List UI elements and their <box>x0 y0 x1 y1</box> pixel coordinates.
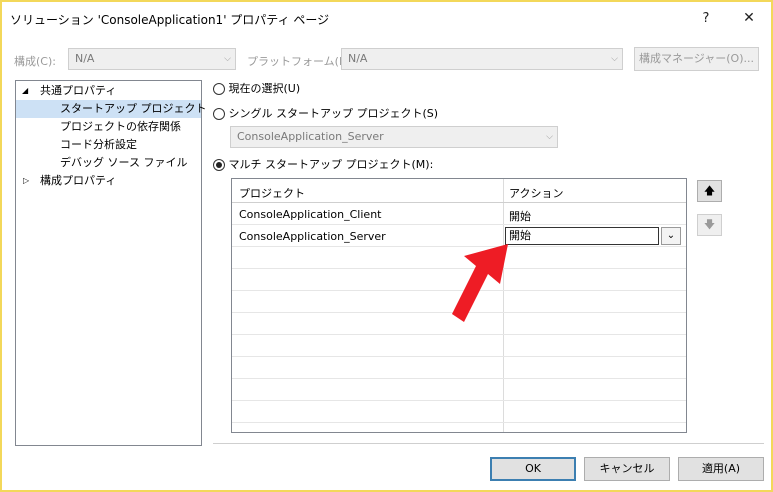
tree-item-label: コード分析設定 <box>60 138 137 151</box>
close-button[interactable]: ✕ <box>727 2 771 35</box>
action-select-value: 開始 <box>509 229 531 242</box>
project-name: ConsoleApplication_Client <box>239 208 382 221</box>
move-down-button[interactable]: 🡇 <box>697 214 722 236</box>
header-project: プロジェクト <box>239 187 305 200</box>
action-value[interactable]: 開始 <box>509 208 531 224</box>
action-dropdown-button[interactable]: ⌄ <box>661 227 681 245</box>
empty-row <box>232 379 686 401</box>
radio-multi-startup[interactable]: マルチ スタートアップ プロジェクト(M): <box>213 157 433 173</box>
project-name: ConsoleApplication_Server <box>239 230 386 243</box>
window-title: ソリューション 'ConsoleApplication1' プロパティ ページ <box>10 13 330 27</box>
chevron-down-icon: ⌵ <box>546 132 553 142</box>
table-row[interactable]: ConsoleApplication_Client 開始 <box>232 203 686 225</box>
arrow-down-icon: 🡇 <box>703 218 716 231</box>
arrow-up-icon: 🡅 <box>703 184 716 197</box>
radio-single-startup[interactable]: シングル スタートアップ プロジェクト(S) <box>213 106 438 122</box>
platform-value: N/A <box>348 52 368 65</box>
help-button[interactable]: ? <box>684 2 728 35</box>
cancel-button[interactable]: キャンセル <box>584 457 670 481</box>
tree-item-common[interactable]: ◢ 共通プロパティ <box>16 82 201 100</box>
ok-button[interactable]: OK <box>490 457 576 481</box>
empty-row <box>232 401 686 423</box>
config-label: 構成(C): <box>14 55 56 68</box>
tree-item-config[interactable]: ▷ 構成プロパティ <box>16 172 201 190</box>
platform-select[interactable]: N/A ⌵ <box>341 48 623 70</box>
radio-button[interactable] <box>213 108 225 120</box>
expand-icon[interactable]: ▷ <box>23 172 29 190</box>
single-startup-select[interactable]: ConsoleApplication_Server ⌵ <box>230 126 558 148</box>
tree-item-label: 構成プロパティ <box>40 174 117 187</box>
config-manager-button[interactable]: 構成マネージャー(O)... <box>634 47 759 71</box>
radio-label: 現在の選択(U) <box>228 82 301 95</box>
move-up-button[interactable]: 🡅 <box>697 180 722 202</box>
chevron-down-icon: ⌄ <box>666 230 676 241</box>
expand-icon[interactable]: ◢ <box>22 82 28 100</box>
config-select[interactable]: N/A ⌵ <box>68 48 236 70</box>
apply-button[interactable]: 適用(A) <box>678 457 764 481</box>
tree-item-code-analysis[interactable]: コード分析設定 <box>16 136 201 154</box>
red-arrow-annotation <box>452 244 508 322</box>
radio-button[interactable] <box>213 83 225 95</box>
chevron-down-icon: ⌵ <box>611 54 618 64</box>
radio-current-selection[interactable]: 現在の選択(U) <box>213 81 300 97</box>
empty-row <box>232 357 686 379</box>
radio-label: シングル スタートアップ プロジェクト(S) <box>228 107 439 120</box>
tree-item-startup[interactable]: スタートアップ プロジェクト <box>16 100 207 118</box>
tree-item-label: デバッグ ソース ファイル <box>60 156 188 169</box>
tree-item-label: スタートアップ プロジェクト <box>60 102 207 115</box>
header-action: アクション <box>509 187 564 200</box>
title-bar: ソリューション 'ConsoleApplication1' プロパティ ページ … <box>2 2 771 35</box>
arrow-shape <box>452 244 508 322</box>
grid-header: プロジェクト アクション <box>232 179 686 203</box>
chevron-down-icon: ⌵ <box>224 54 231 64</box>
single-startup-value: ConsoleApplication_Server <box>237 130 384 143</box>
footer-separator <box>213 443 764 444</box>
properties-dialog: ソリューション 'ConsoleApplication1' プロパティ ページ … <box>0 0 773 492</box>
tree-item-dependencies[interactable]: プロジェクトの依存関係 <box>16 118 201 136</box>
action-select[interactable]: 開始 <box>505 227 659 245</box>
tree-item-label: 共通プロパティ <box>40 84 117 97</box>
property-tree: ◢ 共通プロパティ スタートアップ プロジェクト プロジェクトの依存関係 コード… <box>15 80 207 446</box>
radio-label: マルチ スタートアップ プロジェクト(M): <box>228 158 434 171</box>
platform-label: プラットフォーム(P): <box>247 55 354 68</box>
radio-button[interactable] <box>213 159 225 171</box>
config-value: N/A <box>75 52 95 65</box>
tree-item-debug-source[interactable]: デバッグ ソース ファイル <box>16 154 201 172</box>
tree-item-label: プロジェクトの依存関係 <box>60 120 181 133</box>
empty-row <box>232 335 686 357</box>
